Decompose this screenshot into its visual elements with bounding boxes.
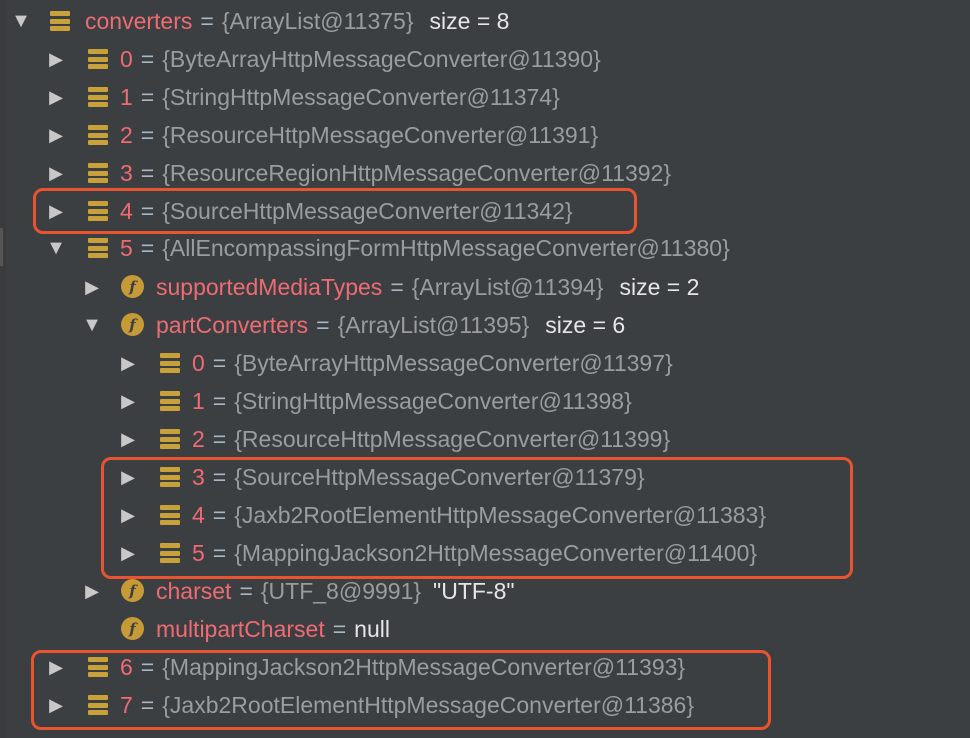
tree-row-item-4[interactable]: ▶ 4 = {SourceHttpMessageConverter@11342} xyxy=(0,192,970,230)
variable-ref: {ArrayList@11375} xyxy=(221,7,414,34)
expand-arrow-icon[interactable]: ▶ xyxy=(116,420,140,458)
tree-row-item-0[interactable]: ▶ 0 = {ByteArrayHttpMessageConverter@113… xyxy=(0,40,970,78)
expand-arrow-icon[interactable]: ▶ xyxy=(80,268,104,306)
expand-arrow-icon[interactable]: ▶ xyxy=(44,192,68,230)
tree-row-part-item-0[interactable]: ▶ 0 = {ByteArrayHttpMessageConverter@113… xyxy=(0,344,970,382)
collapse-arrow-icon[interactable]: ▼ xyxy=(44,229,68,267)
field-icon: f xyxy=(121,313,144,336)
tree-row-item-2[interactable]: ▶ 2 = {ResourceHttpMessageConverter@1139… xyxy=(0,116,970,154)
tree-row-item-7[interactable]: ▶ 7 = {Jaxb2RootElementHttpMessageConver… xyxy=(0,686,970,724)
collapse-arrow-icon[interactable]: ▼ xyxy=(80,306,104,344)
list-icon xyxy=(88,695,108,715)
list-icon xyxy=(160,353,180,373)
tree-row-part-converters[interactable]: ▼ f partConverters = {ArrayList@11395} s… xyxy=(0,306,970,344)
list-icon xyxy=(160,505,180,525)
variable-size: size = 8 xyxy=(429,7,510,34)
expand-arrow-icon[interactable]: ▶ xyxy=(44,40,68,78)
expand-arrow-icon[interactable]: ▶ xyxy=(44,78,68,116)
expand-arrow-icon[interactable]: ▶ xyxy=(44,116,68,154)
expand-arrow-icon[interactable]: ▶ xyxy=(44,686,68,724)
collapse-arrow-icon[interactable]: ▼ xyxy=(9,2,33,40)
tree-row-multipart-charset[interactable]: f multipartCharset = null xyxy=(0,610,970,648)
list-icon xyxy=(160,429,180,449)
tree-row-item-1[interactable]: ▶ 1 = {StringHttpMessageConverter@11374} xyxy=(0,78,970,116)
list-icon xyxy=(88,163,108,183)
expand-arrow-icon[interactable]: ▶ xyxy=(116,458,140,496)
list-icon xyxy=(160,391,180,411)
tree-row-item-5[interactable]: ▼ 5 = {AllEncompassingFormHttpMessageCon… xyxy=(0,229,970,267)
expand-arrow-icon[interactable]: ▶ xyxy=(116,382,140,420)
tree-row-charset[interactable]: ▶ f charset = {UTF_8@9991} "UTF-8" xyxy=(0,572,970,610)
tree-row-converters[interactable]: ▼ converters = {ArrayList@11375} size = … xyxy=(0,2,970,40)
expand-arrow-icon[interactable]: ▶ xyxy=(116,534,140,572)
field-icon: f xyxy=(121,579,144,602)
tree-row-item-6[interactable]: ▶ 6 = {MappingJackson2HttpMessageConvert… xyxy=(0,648,970,686)
tree-row-part-item-2[interactable]: ▶ 2 = {ResourceHttpMessageConverter@1139… xyxy=(0,420,970,458)
tree-row-supported-media-types[interactable]: ▶ f supportedMediaTypes = {ArrayList@113… xyxy=(0,268,970,306)
list-icon xyxy=(160,467,180,487)
tree-row-item-3[interactable]: ▶ 3 = {ResourceRegionHttpMessageConverte… xyxy=(0,154,970,192)
expand-arrow-icon[interactable]: ▶ xyxy=(116,344,140,382)
field-icon: f xyxy=(121,617,144,640)
list-icon xyxy=(88,125,108,145)
expand-arrow-icon[interactable]: ▶ xyxy=(80,572,104,610)
list-icon xyxy=(88,238,108,258)
list-icon xyxy=(88,49,108,69)
list-icon xyxy=(88,657,108,677)
tree-row-part-item-3[interactable]: ▶ 3 = {SourceHttpMessageConverter@11379} xyxy=(0,458,970,496)
tree-row-part-item-1[interactable]: ▶ 1 = {StringHttpMessageConverter@11398} xyxy=(0,382,970,420)
list-icon xyxy=(50,11,70,31)
list-icon xyxy=(160,543,180,563)
list-icon xyxy=(88,87,108,107)
expand-arrow-icon[interactable]: ▶ xyxy=(44,648,68,686)
tree-row-part-item-5[interactable]: ▶ 5 = {MappingJackson2HttpMessageConvert… xyxy=(0,534,970,572)
expand-arrow-icon[interactable]: ▶ xyxy=(116,496,140,534)
tree-row-part-item-4[interactable]: ▶ 4 = {Jaxb2RootElementHttpMessageConver… xyxy=(0,496,970,534)
variable-name: converters xyxy=(85,7,193,34)
field-icon: f xyxy=(121,275,144,298)
expand-arrow-icon[interactable]: ▶ xyxy=(44,154,68,192)
list-icon xyxy=(88,201,108,221)
